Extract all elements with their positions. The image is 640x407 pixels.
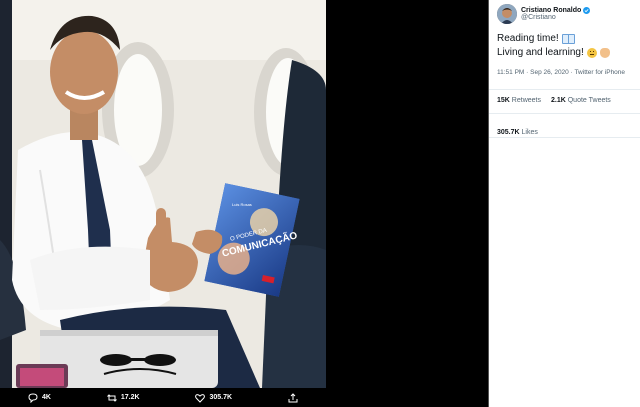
divider bbox=[489, 89, 640, 90]
clap-emoji bbox=[599, 48, 610, 58]
reply-button[interactable]: 4K bbox=[28, 392, 51, 403]
likes-label: Likes bbox=[521, 129, 538, 136]
verified-icon bbox=[583, 7, 591, 14]
retweet-button[interactable]: 17.2K bbox=[107, 393, 140, 403]
reply-icon bbox=[28, 392, 38, 403]
tweet-author[interactable]: Cristiano Ronaldo @Cristiano bbox=[497, 4, 591, 24]
tweet-timestamp[interactable]: 11:51 PM · Sep 26, 2020 · Twitter for iP… bbox=[497, 68, 637, 77]
engagement-stats: 15K Retweets 2.1K Quote Tweets bbox=[497, 97, 611, 104]
media-action-bar: 4K 17.2K 305.7K bbox=[0, 388, 326, 407]
author-handle[interactable]: @Cristiano bbox=[521, 14, 590, 21]
retweets-label: Retweets bbox=[511, 97, 541, 104]
author-name[interactable]: Cristiano Ronaldo bbox=[521, 7, 581, 14]
tweet-photo[interactable]: Luis Rosas O PODER DA COMUNICAÇÃO bbox=[0, 0, 326, 388]
quotes-label: Quote Tweets bbox=[567, 97, 611, 104]
retweet-icon bbox=[107, 393, 117, 402]
divider bbox=[489, 137, 640, 138]
photo-illustration: Luis Rosas O PODER DA COMUNICAÇÃO bbox=[0, 0, 326, 388]
tweet-line-1: Reading time! bbox=[497, 33, 559, 44]
quotes-count: 2.1K bbox=[550, 97, 566, 104]
retweets-stat[interactable]: 15K Retweets bbox=[497, 97, 541, 104]
quote-tweets-stat[interactable]: 2.1K Quote Tweets bbox=[551, 97, 611, 104]
book-author: Luis Rosas bbox=[232, 202, 252, 207]
tweet-detail-panel: Cristiano Ronaldo @Cristiano Reading tim… bbox=[489, 0, 640, 407]
share-icon bbox=[288, 392, 298, 402]
avatar-image bbox=[497, 4, 517, 24]
media-viewer: Luis Rosas O PODER DA COMUNICAÇÃO 4K 17.… bbox=[0, 0, 488, 407]
like-count: 305.7K bbox=[209, 394, 233, 401]
share-button[interactable] bbox=[288, 392, 298, 403]
retweets-count: 15K bbox=[497, 97, 510, 104]
book-emoji bbox=[561, 34, 575, 44]
divider bbox=[489, 113, 640, 114]
viewer-gutter bbox=[326, 0, 488, 388]
wink-emoji bbox=[586, 48, 597, 58]
tweet-text: Reading time! Living and learning! bbox=[497, 32, 637, 60]
likes-count: 305.7K bbox=[497, 129, 520, 136]
reply-count: 4K bbox=[41, 394, 51, 401]
retweet-count: 17.2K bbox=[120, 394, 140, 401]
avatar[interactable] bbox=[497, 4, 517, 24]
like-button[interactable]: 305.7K bbox=[195, 393, 232, 403]
tweet-line-2: Living and learning! bbox=[497, 47, 584, 58]
like-icon bbox=[195, 393, 206, 403]
